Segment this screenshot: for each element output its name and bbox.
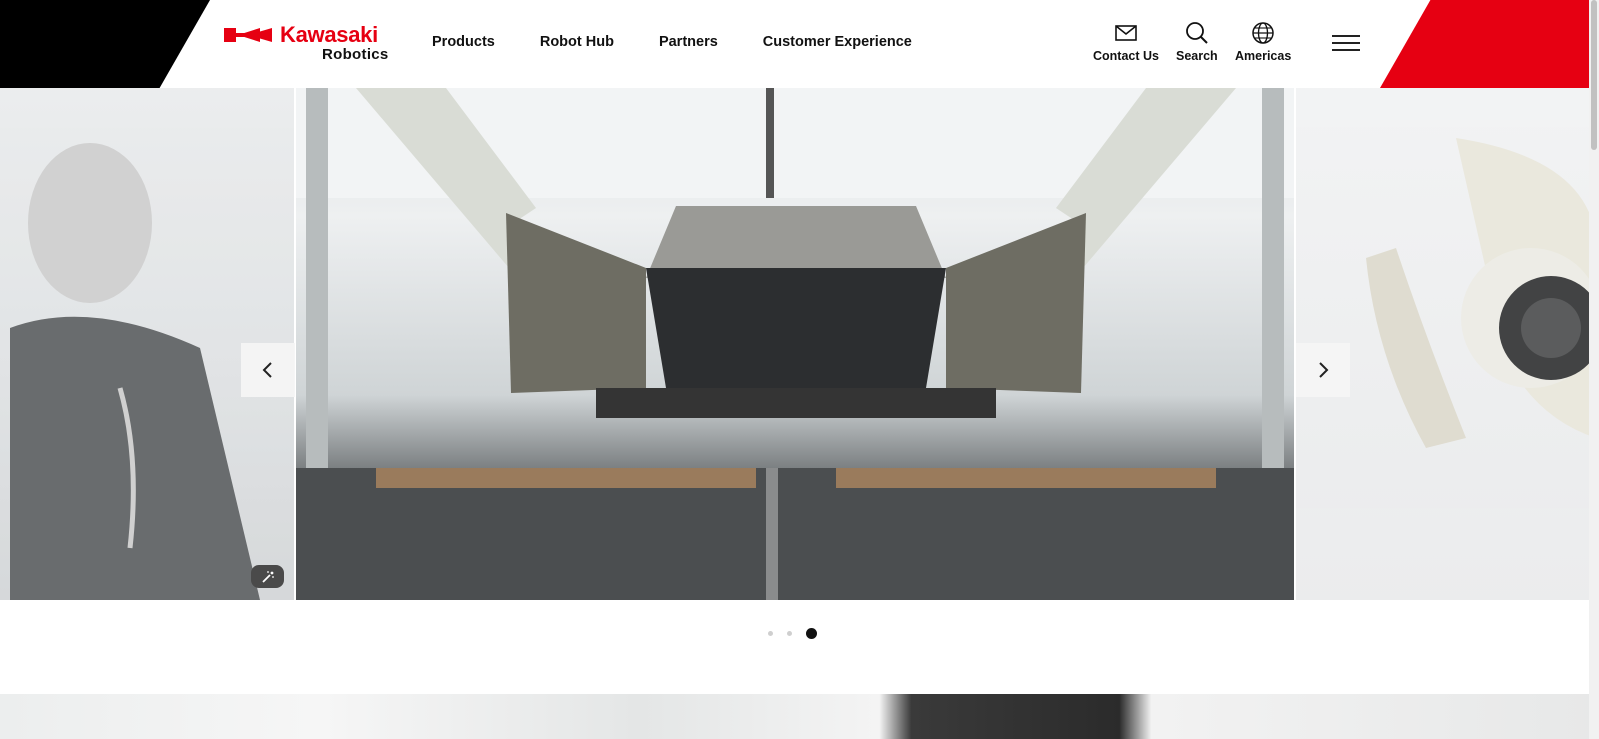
worker-photo-placeholder [10,143,260,600]
page-scrollbar-thumb[interactable] [1591,0,1597,150]
search-label: Search [1176,49,1218,63]
header-black-accent [0,0,210,88]
region-label: Americas [1235,49,1292,63]
chevron-left-icon [262,362,272,378]
robot-arm-photo-placeholder [1366,138,1596,448]
site-header: Kawasaki Robotics Products Robot Hub Par… [0,0,1599,88]
carousel-pagination [768,628,817,639]
main-nav: Products Robot Hub Partners Customer Exp… [432,34,957,50]
hero-carousel [0,88,1599,600]
car-assembly-photo [296,88,1294,600]
next-section-image-strip [0,694,1599,739]
contact-us-link[interactable]: Contact Us [1093,20,1159,63]
header-red-accent [1380,0,1590,88]
chevron-right-icon [1319,362,1329,378]
carousel-prev-button[interactable] [241,343,295,397]
logo-wordmark: Kawasaki [280,22,378,47]
carousel-dot-1[interactable] [768,631,773,636]
menu-hamburger-icon[interactable] [1332,35,1360,53]
contact-us-label: Contact Us [1093,49,1159,63]
carousel-next-button[interactable] [1296,343,1350,397]
image-tools-button[interactable] [251,565,284,588]
magic-wand-icon [261,570,274,583]
kawasaki-river-mark-icon [224,28,272,42]
carousel-dot-2[interactable] [787,631,792,636]
logo-subtitle: Robotics [322,46,389,63]
kawasaki-logo[interactable]: Kawasaki Robotics [224,22,389,66]
carousel-dot-3[interactable] [806,628,817,639]
mail-icon [1115,25,1137,41]
nav-customer-experience[interactable]: Customer Experience [763,34,912,50]
nav-partners[interactable]: Partners [659,34,718,50]
carousel-slide-active[interactable] [296,88,1294,600]
region-selector[interactable]: Americas [1235,20,1291,63]
nav-products[interactable]: Products [432,34,495,50]
search-icon [1185,22,1208,44]
nav-robot-hub[interactable]: Robot Hub [540,34,614,50]
search-link[interactable]: Search [1176,20,1218,63]
globe-icon [1252,22,1274,44]
